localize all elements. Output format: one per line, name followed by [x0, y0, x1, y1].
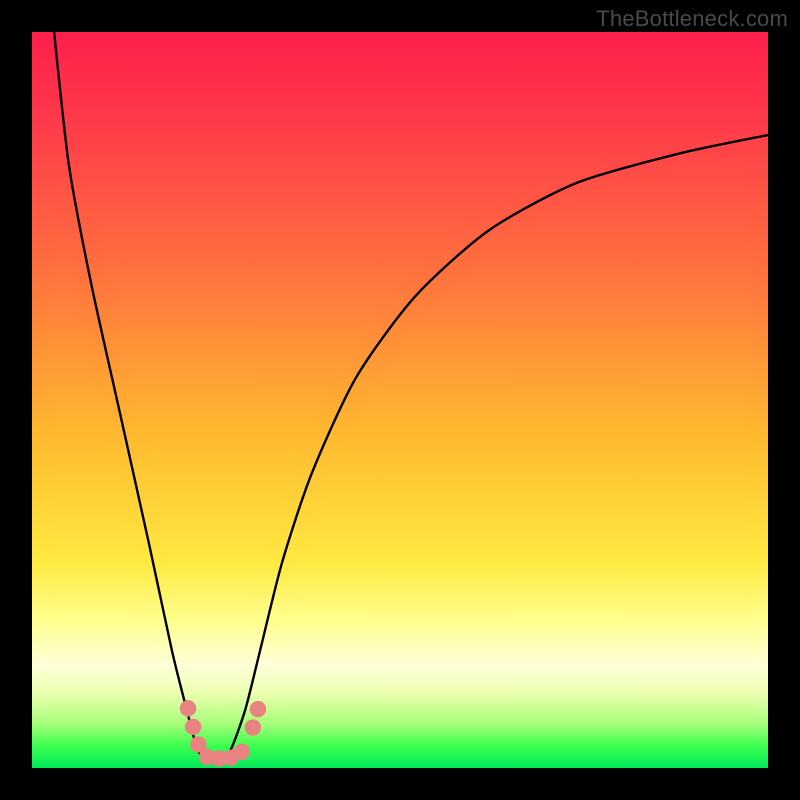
chart-frame: TheBottleneck.com: [0, 0, 800, 800]
curve-marker: [185, 719, 201, 735]
marker-group: [180, 700, 266, 766]
chart-plot-area: [32, 32, 768, 768]
curve-marker: [234, 744, 250, 760]
watermark-text: TheBottleneck.com: [596, 6, 788, 32]
curve-marker: [180, 700, 196, 716]
chart-svg: [32, 32, 768, 768]
bottleneck-curve: [54, 32, 768, 762]
curve-marker: [245, 719, 261, 735]
curve-marker: [250, 701, 266, 717]
